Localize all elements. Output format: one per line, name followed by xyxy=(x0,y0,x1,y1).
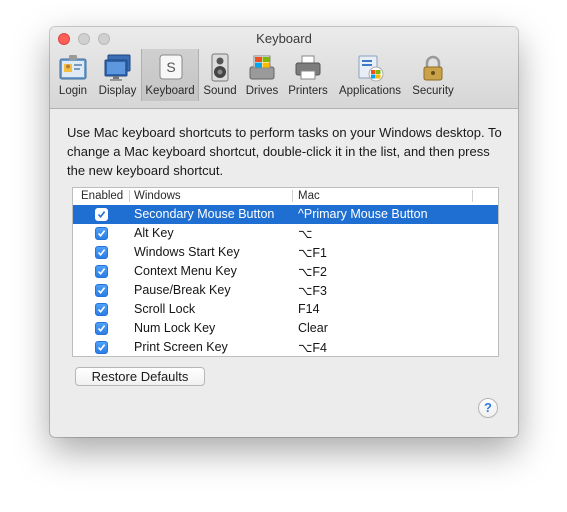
enabled-checkbox[interactable] xyxy=(95,284,108,297)
windows-key-cell: Print Screen Key xyxy=(134,340,228,354)
mac-shortcut-cell[interactable]: ⌥ xyxy=(298,226,312,241)
enabled-checkbox[interactable] xyxy=(95,322,108,335)
speaker-icon xyxy=(211,53,229,82)
toolbar-label: Keyboard xyxy=(145,85,195,97)
enabled-checkbox[interactable] xyxy=(95,208,108,221)
column-header-mac[interactable]: Mac xyxy=(298,190,320,205)
title-bar: Keyboard Login Display S Keyboard Sound … xyxy=(50,27,518,109)
mac-shortcut-cell[interactable]: ⌥F4 xyxy=(298,340,327,355)
table-row[interactable]: Pause/Break Key ⌥F3 xyxy=(73,281,498,300)
applications-icon xyxy=(358,55,384,82)
mac-shortcut-cell[interactable]: ^Primary Mouse Button xyxy=(298,207,428,221)
column-header-windows[interactable]: Windows xyxy=(134,190,181,205)
toolbar-item-security[interactable]: Security xyxy=(408,49,458,101)
checkmark-icon xyxy=(97,230,106,238)
lock-icon xyxy=(423,55,443,81)
toolbar-item-printers[interactable]: Printers xyxy=(284,49,332,101)
restore-defaults-button[interactable]: Restore Defaults xyxy=(75,367,205,386)
toolbar-label: Drives xyxy=(245,85,279,97)
help-button[interactable]: ? xyxy=(478,398,498,418)
column-divider xyxy=(292,190,293,202)
table-row[interactable]: Secondary Mouse Button ^Primary Mouse Bu… xyxy=(73,205,498,224)
windows-key-cell: Scroll Lock xyxy=(134,302,196,316)
toolbar-item-drives[interactable]: Drives xyxy=(241,49,283,101)
mac-shortcut-cell[interactable]: F14 xyxy=(298,302,320,316)
printer-icon xyxy=(295,55,321,80)
checkmark-icon xyxy=(97,211,106,219)
toolbar-item-sound[interactable]: Sound xyxy=(200,49,240,101)
keyboard-preferences-window: Keyboard Login Display S Keyboard Sound … xyxy=(50,27,518,437)
svg-text:S: S xyxy=(166,59,175,75)
preferences-toolbar: Login Display S Keyboard Sound Drives Pr… xyxy=(50,47,518,103)
checkmark-icon xyxy=(97,287,106,295)
description-text: Use Mac keyboard shortcuts to perform ta… xyxy=(67,125,502,178)
table-row[interactable]: Alt Key ⌥ xyxy=(73,224,498,243)
toolbar-label: Security xyxy=(412,85,454,97)
login-icon xyxy=(59,55,87,80)
toolbar-label: Display xyxy=(98,85,137,97)
toolbar-item-applications[interactable]: Applications xyxy=(333,49,407,101)
toolbar-item-keyboard[interactable]: S Keyboard xyxy=(141,49,199,101)
windows-key-cell: Windows Start Key xyxy=(134,245,240,259)
windows-key-cell: Secondary Mouse Button xyxy=(134,207,275,221)
windows-key-cell: Pause/Break Key xyxy=(134,283,231,297)
shortcuts-table[interactable]: Enabled Windows Mac Secondary Mouse Butt… xyxy=(72,187,499,357)
checkmark-icon xyxy=(97,249,106,257)
toolbar-label: Login xyxy=(58,85,88,97)
toolbar-label: Printers xyxy=(288,85,328,97)
enabled-checkbox[interactable] xyxy=(95,227,108,240)
table-row[interactable]: Context Menu Key ⌥F2 xyxy=(73,262,498,281)
checkmark-icon xyxy=(97,306,106,314)
table-row[interactable]: Scroll Lock F14 xyxy=(73,300,498,319)
enabled-checkbox[interactable] xyxy=(95,246,108,259)
table-row[interactable]: Print Screen Key ⌥F4 xyxy=(73,338,498,357)
keyboard-icon: S xyxy=(159,54,183,80)
table-row[interactable]: Windows Start Key ⌥F1 xyxy=(73,243,498,262)
column-divider xyxy=(129,190,130,202)
checkmark-icon xyxy=(97,268,106,276)
column-header-enabled[interactable]: Enabled xyxy=(81,190,123,205)
checkmark-icon xyxy=(97,344,106,352)
windows-key-cell: Context Menu Key xyxy=(134,264,237,278)
toolbar-item-display[interactable]: Display xyxy=(95,49,140,101)
mac-shortcut-cell[interactable]: ⌥F2 xyxy=(298,264,327,279)
mac-shortcut-cell[interactable]: ⌥F3 xyxy=(298,283,327,298)
enabled-checkbox[interactable] xyxy=(95,265,108,278)
mac-shortcut-cell[interactable]: ⌥F1 xyxy=(298,245,327,260)
windows-key-cell: Alt Key xyxy=(134,226,174,240)
column-divider xyxy=(472,190,473,202)
table-header: Enabled Windows Mac xyxy=(73,188,498,206)
toolbar-label: Sound xyxy=(203,85,237,97)
windows-key-cell: Num Lock Key xyxy=(134,321,216,335)
enabled-checkbox[interactable] xyxy=(95,341,108,354)
drive-icon xyxy=(249,55,275,80)
mac-shortcut-cell[interactable]: Clear xyxy=(298,321,328,335)
toolbar-item-login[interactable]: Login xyxy=(52,49,94,101)
table-row[interactable]: Num Lock Key Clear xyxy=(73,319,498,338)
display-icon xyxy=(104,54,130,81)
toolbar-label: Applications xyxy=(338,85,401,97)
window-title: Keyboard xyxy=(256,31,312,46)
enabled-checkbox[interactable] xyxy=(95,303,108,316)
checkmark-icon xyxy=(97,325,106,333)
